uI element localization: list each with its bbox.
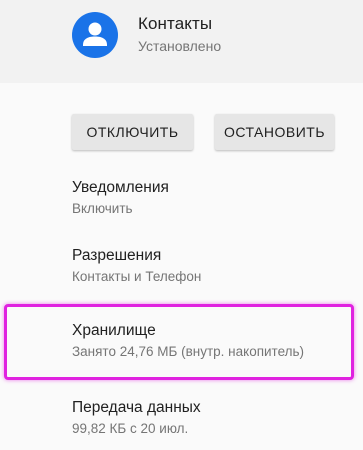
setting-title: Разрешения [72, 247, 162, 264]
setting-subtitle: Занято 24,76 МБ (внутр. накопитель) [72, 344, 305, 359]
setting-subtitle: Контакты и Телефон [72, 269, 202, 284]
setting-title: Уведомления [72, 179, 169, 196]
app-header: Контакты Установлено [0, 0, 363, 83]
setting-subtitle: Включить [72, 201, 133, 216]
force-stop-button[interactable]: ОСТАНОВИТЬ [215, 114, 334, 150]
setting-title: Хранилище [72, 322, 156, 339]
app-install-status: Установлено [138, 38, 222, 54]
setting-subtitle: 99,82 КБ с 20 июл. [72, 421, 189, 436]
contact-person-icon [72, 12, 118, 58]
disable-button[interactable]: ОТКЛЮЧИТЬ [72, 114, 193, 150]
setting-notifications[interactable]: Уведомления Включить [72, 179, 169, 216]
setting-storage[interactable]: Хранилище Занято 24,76 МБ (внутр. накопи… [72, 322, 304, 359]
setting-data-usage[interactable]: Передача данных 99,82 КБ с 20 июл. [72, 399, 201, 436]
setting-title: Передача данных [72, 399, 201, 416]
app-name: Контакты [138, 14, 213, 33]
setting-permissions[interactable]: Разрешения Контакты и Телефон [72, 247, 201, 284]
